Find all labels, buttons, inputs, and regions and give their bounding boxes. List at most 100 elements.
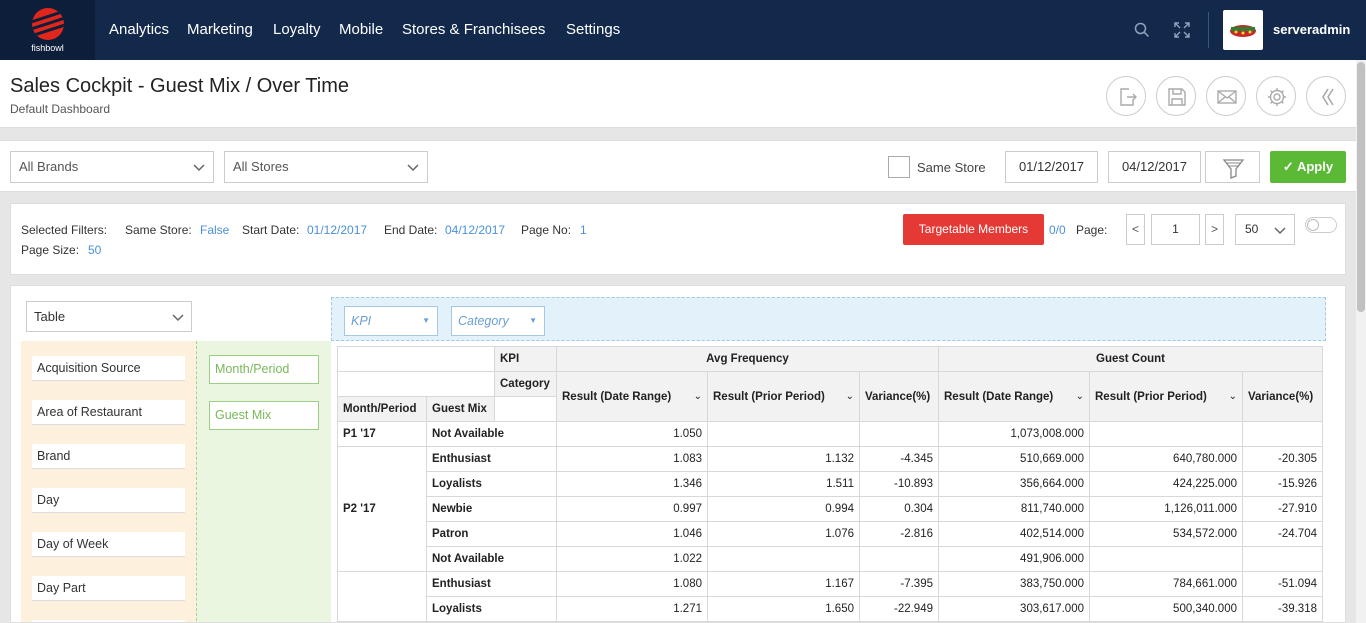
avg-frequency-header: Avg Frequency [556, 346, 939, 372]
pivot-panel: Table Acquisition Source Area of Restaur… [10, 285, 1346, 623]
value-cell: 1.650 [707, 596, 860, 622]
field-brand[interactable]: Brand [32, 444, 185, 469]
username[interactable]: serveradmin [1273, 0, 1350, 60]
same-store-key: Same Store: [125, 223, 192, 237]
value-cell: 1.046 [556, 521, 708, 547]
page-header: Sales Cockpit - Guest Mix / Over Time De… [0, 60, 1356, 128]
save-icon [1168, 88, 1186, 106]
same-store-checkbox[interactable] [888, 156, 910, 178]
apply-button[interactable]: ✓ Apply [1270, 151, 1346, 183]
targetable-count: 0/0 [1049, 223, 1066, 237]
table-row: Loyalists 1.346 1.511 -10.893 356,664.000 424… [338, 471, 1323, 497]
row-field-month-period[interactable]: Month/Period [209, 355, 319, 384]
field-acquisition-source[interactable]: Acquisition Source [32, 356, 185, 381]
af-variance-header: Variance(%) [859, 371, 939, 422]
blank-header [494, 396, 557, 422]
funnel-icon [1222, 159, 1245, 179]
col-field-category[interactable]: Category ▼ [451, 306, 545, 336]
stores-select[interactable]: All Stores [224, 151, 428, 183]
table-row: Not Available 1.022 491,906.000 [338, 546, 1323, 572]
af-result-date-header[interactable]: Result (Date Range) ⌄ [556, 371, 708, 422]
unused-fields-area: Acquisition Source Area of Restaurant Br… [21, 341, 196, 622]
table-row: Enthusiast 1.080 1.167 -7.395 383,750.000 784… [337, 571, 1323, 622]
value-cell: 0.997 [556, 496, 708, 522]
value-cell: 424,225.000 [1089, 471, 1243, 497]
value-cell: -15.926 [1242, 471, 1323, 497]
prev-page-button[interactable]: < [1126, 214, 1145, 245]
value-cell: 811,740.000 [938, 496, 1090, 522]
next-page-button[interactable]: > [1205, 214, 1224, 245]
renderer-select[interactable]: Table [26, 301, 192, 332]
page-scrollbar-thumb[interactable] [1357, 62, 1365, 312]
chevron-down-icon [407, 164, 419, 172]
value-cell: 1,126,011.000 [1089, 496, 1243, 522]
row-field-guest-mix[interactable]: Guest Mix [209, 401, 319, 430]
targetable-members-button[interactable]: Targetable Members [903, 214, 1044, 245]
chevron-down-icon [193, 164, 205, 172]
settings-button[interactable] [1256, 76, 1296, 116]
corner-cell-2 [337, 371, 495, 397]
gc-result-date-header[interactable]: Result (Date Range) ⌄ [938, 371, 1090, 422]
field-day-of-week[interactable]: Day of Week [32, 532, 185, 557]
row-fields-area: Month/Period Guest Mix [196, 341, 331, 622]
af-result-prior-header[interactable]: Result (Prior Period) ⌄ [707, 371, 860, 422]
kpi-header: KPI [494, 346, 557, 372]
nav-analytics[interactable]: Analytics [109, 0, 169, 60]
table-row: Patron 1.046 1.076 -2.816 402,514.000 534,572… [338, 521, 1323, 547]
collapse-button[interactable] [1306, 76, 1346, 116]
guest-mix-cell: Patron [426, 521, 557, 547]
filter-bar: All Brands All Stores Same Store 01/12/2… [0, 140, 1356, 192]
save-button[interactable] [1156, 76, 1196, 116]
nav-settings[interactable]: Settings [566, 0, 620, 60]
filter-button[interactable] [1205, 151, 1260, 183]
field-day[interactable]: Day [32, 488, 185, 513]
gc-result-prior-header[interactable]: Result (Prior Period) ⌄ [1089, 371, 1243, 422]
gc-result-date-label: Result (Date Range) [944, 390, 1054, 403]
value-cell: 0.304 [859, 496, 939, 522]
table-row: Loyalists 1.271 1.650 -22.949 303,617.000 500… [338, 596, 1323, 622]
guest-mix-cell: Not Available [426, 546, 557, 572]
col-field-kpi-label: KPI [351, 314, 372, 328]
nav-marketing[interactable]: Marketing [187, 0, 253, 60]
chevron-down-icon: ⌄ [845, 390, 854, 402]
export-button[interactable] [1106, 76, 1146, 116]
period-cell [337, 571, 427, 622]
search-icon[interactable] [1134, 22, 1150, 38]
field-day-part[interactable]: Day Part [32, 576, 185, 601]
brands-select-value: All Brands [19, 159, 79, 174]
nav-mobile[interactable]: Mobile [339, 0, 383, 60]
fullscreen-icon[interactable] [1174, 22, 1190, 38]
page-size-select[interactable]: 50 [1235, 214, 1295, 245]
value-cell [1242, 546, 1323, 572]
chevron-down-icon [1274, 227, 1286, 235]
pivot-table: KPI Avg Frequency Guest Count Category R… [337, 346, 1323, 622]
export-icon [1120, 88, 1137, 106]
value-cell: -10.893 [859, 471, 939, 497]
end-date-value: 04/12/2017 [445, 223, 506, 237]
value-cell: 1.346 [556, 471, 708, 497]
value-cell: -27.910 [1242, 496, 1323, 522]
end-date-key: End Date: [384, 223, 438, 237]
email-button[interactable] [1206, 76, 1246, 116]
col-field-kpi[interactable]: KPI ▼ [344, 306, 438, 336]
chevron-down-icon [172, 314, 184, 322]
guest-mix-header: Guest Mix [426, 396, 495, 422]
page-no-value: 1 [580, 223, 587, 237]
value-cell: 402,514.000 [938, 521, 1090, 547]
value-cell: 1.511 [707, 471, 860, 497]
start-date-input[interactable]: 01/12/2017 [1005, 151, 1098, 183]
nav-stores-franchisees[interactable]: Stores & Franchisees [402, 0, 545, 60]
page-number-input[interactable]: 1 [1151, 214, 1200, 245]
guest-mix-cell: Loyalists [426, 471, 557, 497]
field-area-of-restaurant[interactable]: Area of Restaurant [32, 400, 185, 425]
brands-select[interactable]: All Brands [10, 151, 214, 183]
triangle-down-icon: ▼ [529, 316, 537, 325]
check-icon: ✓ [1282, 159, 1294, 174]
end-date-input[interactable]: 04/12/2017 [1108, 151, 1201, 183]
value-cell: 356,664.000 [938, 471, 1090, 497]
avatar[interactable] [1223, 10, 1263, 50]
toggle-switch[interactable] [1305, 217, 1337, 233]
fishbowl-logo[interactable]: fishbowl [0, 0, 95, 60]
value-cell [1089, 421, 1243, 447]
nav-loyalty[interactable]: Loyalty [273, 0, 321, 60]
